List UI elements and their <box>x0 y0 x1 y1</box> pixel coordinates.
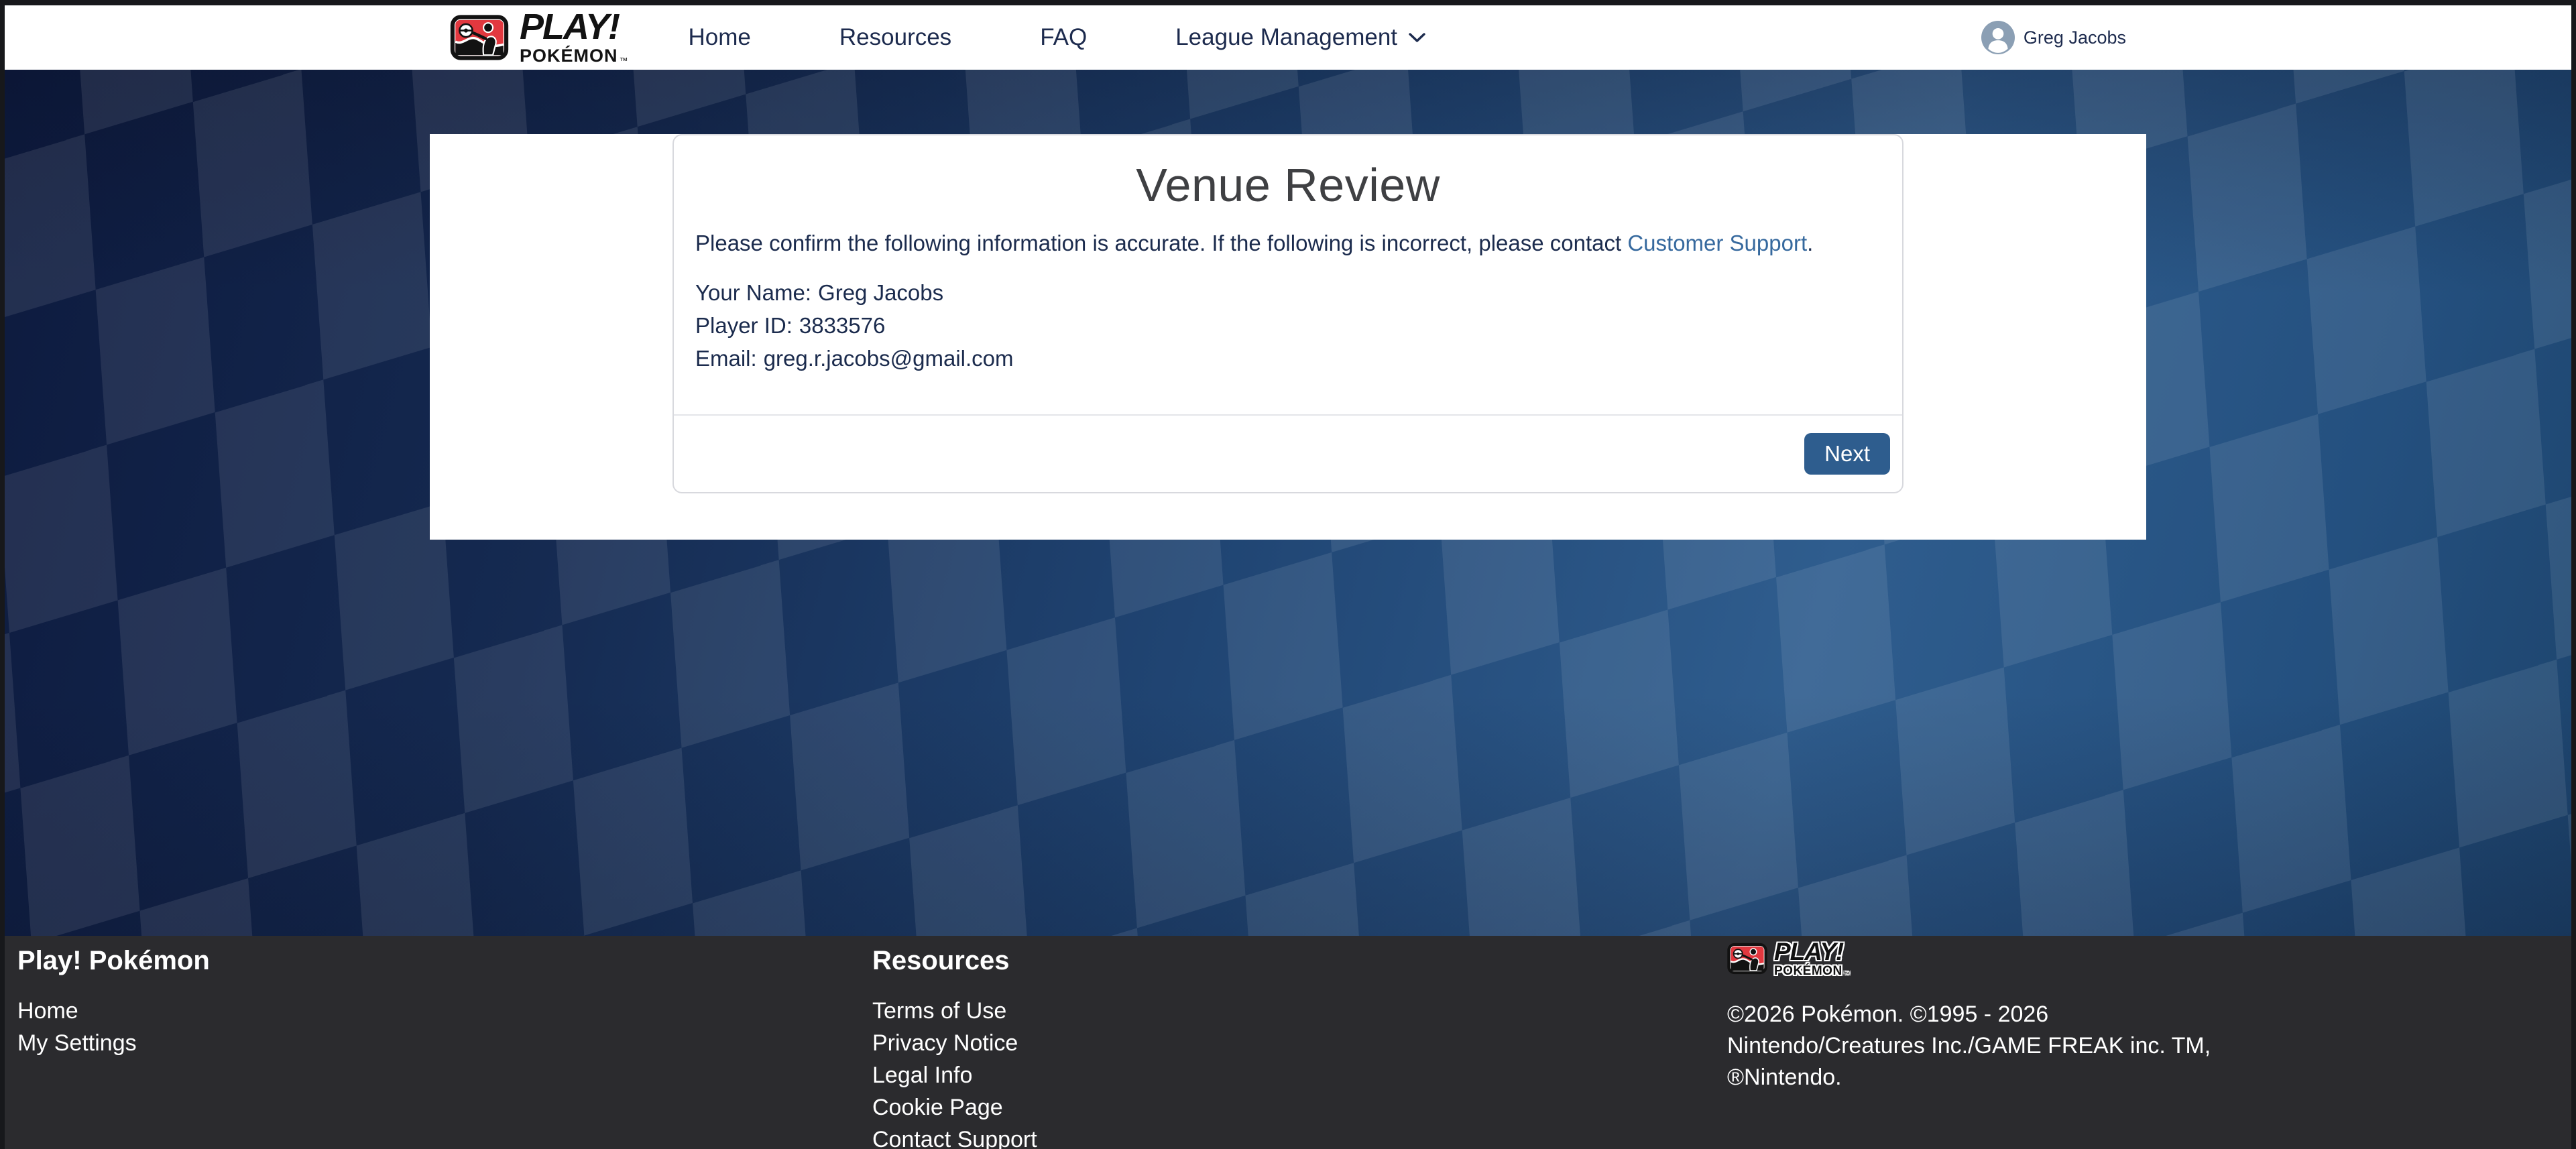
field-your-name-label: Your Name: <box>695 280 811 305</box>
copyright-line-2: Nintendo/Creatures Inc./GAME FREAK inc. … <box>1727 1030 2211 1062</box>
intro-prefix: Please confirm the following information… <box>695 231 1627 255</box>
intro-text: Please confirm the following information… <box>695 231 1881 256</box>
nav-faq[interactable]: FAQ <box>1040 24 1087 51</box>
footer-link-contact-support[interactable]: Contact Support <box>872 1124 1727 1149</box>
page-title: Venue Review <box>695 158 1881 212</box>
primary-nav: Home Resources FAQ League Management <box>689 24 1427 51</box>
play-pokemon-logo[interactable]: PLAY! POKÉMON ™ <box>450 10 628 64</box>
copyright-line-3: ®Nintendo. <box>1727 1062 2211 1093</box>
footer-link-terms-of-use[interactable]: Terms of Use <box>872 995 1727 1027</box>
field-your-name-value: Greg Jacobs <box>818 280 943 305</box>
user-name: Greg Jacobs <box>2024 27 2126 48</box>
field-email-label: Email: <box>695 346 757 371</box>
footer-link-home[interactable]: Home <box>17 995 872 1027</box>
footer-link-legal-info[interactable]: Legal Info <box>872 1059 1727 1091</box>
field-your-name: Your Name: Greg Jacobs <box>695 276 1881 309</box>
venue-review-card: Venue Review Please confirm the followin… <box>672 134 1904 493</box>
card-body: Venue Review Please confirm the followin… <box>674 135 1902 414</box>
footer-col-resources: Resources Terms of Use Privacy Notice Le… <box>872 945 1727 1149</box>
footer-heading-resources: Resources <box>872 945 1727 976</box>
nav-resources[interactable]: Resources <box>839 24 951 51</box>
footer-heading-play-pokemon: Play! Pokémon <box>17 945 872 976</box>
footer-logo-play-text: PLAY! <box>1774 940 1850 963</box>
nav-home[interactable]: Home <box>689 24 751 51</box>
card-footer: Next <box>674 414 1902 492</box>
nav-league-management-label: League Management <box>1175 24 1397 51</box>
logo-play-text: PLAY! <box>520 10 628 44</box>
footer-links-play-pokemon: Home My Settings <box>17 995 872 1059</box>
page: PLAY! POKÉMON ™ Home Resources FAQ Leagu… <box>0 0 2576 1149</box>
logo-wordmark: PLAY! POKÉMON ™ <box>520 10 628 64</box>
footer-play-pokemon-logo[interactable]: PLAY! POKÉMON ™ <box>1727 937 2211 980</box>
player-info: Your Name:Greg Jacobs Player ID:3833576 … <box>695 276 1881 375</box>
chevron-down-icon <box>1408 32 1426 44</box>
field-email-value: greg.r.jacobs@gmail.com <box>764 346 1014 371</box>
footer-logo-pokemon-text: POKÉMON <box>1774 965 1842 977</box>
play-pokemon-logo-icon <box>450 15 509 60</box>
logo-pokemon-text: POKÉMON <box>520 47 618 65</box>
footer-link-privacy-notice[interactable]: Privacy Notice <box>872 1027 1727 1059</box>
content-panel: Venue Review Please confirm the followin… <box>430 134 2146 540</box>
field-email: Email: greg.r.jacobs@gmail.com <box>695 342 1881 375</box>
footer-links-resources: Terms of Use Privacy Notice Legal Info C… <box>872 995 1727 1149</box>
logo-trademark: ™ <box>620 56 628 65</box>
page-footer: Play! Pokémon Home My Settings Resources… <box>0 936 2576 1149</box>
nav-container: PLAY! POKÉMON ™ Home Resources FAQ Leagu… <box>450 5 2126 70</box>
footer-link-my-settings[interactable]: My Settings <box>17 1027 872 1059</box>
user-menu[interactable]: Greg Jacobs <box>1981 21 2126 54</box>
customer-support-link[interactable]: Customer Support <box>1627 231 1807 255</box>
copyright-line-1: ©2026 Pokémon. ©1995 - 2026 <box>1727 999 2211 1030</box>
next-button[interactable]: Next <box>1804 433 1890 475</box>
footer-logo-wordmark: PLAY! POKÉMON ™ <box>1774 940 1850 977</box>
main-content: Venue Review Please confirm the followin… <box>0 70 2576 936</box>
footer-col-legal: PLAY! POKÉMON ™ ©2026 Pokémon. ©1995 - 2… <box>1727 937 2211 1149</box>
intro-suffix: . <box>1807 231 1813 255</box>
footer-link-cookie-page[interactable]: Cookie Page <box>872 1091 1727 1124</box>
footer-col-play-pokemon: Play! Pokémon Home My Settings <box>17 945 872 1149</box>
field-player-id-value: 3833576 <box>799 313 885 338</box>
field-player-id: Player ID:3833576 <box>695 309 1881 342</box>
nav-league-management[interactable]: League Management <box>1175 24 1426 51</box>
top-navigation: PLAY! POKÉMON ™ Home Resources FAQ Leagu… <box>0 0 2576 70</box>
footer-logo-trademark: ™ <box>1844 971 1850 977</box>
user-avatar-icon <box>1981 21 2015 54</box>
copyright-text: ©2026 Pokémon. ©1995 - 2026 Nintendo/Cre… <box>1727 999 2211 1093</box>
field-player-id-label: Player ID: <box>695 313 793 338</box>
footer-play-pokemon-logo-icon <box>1727 937 1767 980</box>
